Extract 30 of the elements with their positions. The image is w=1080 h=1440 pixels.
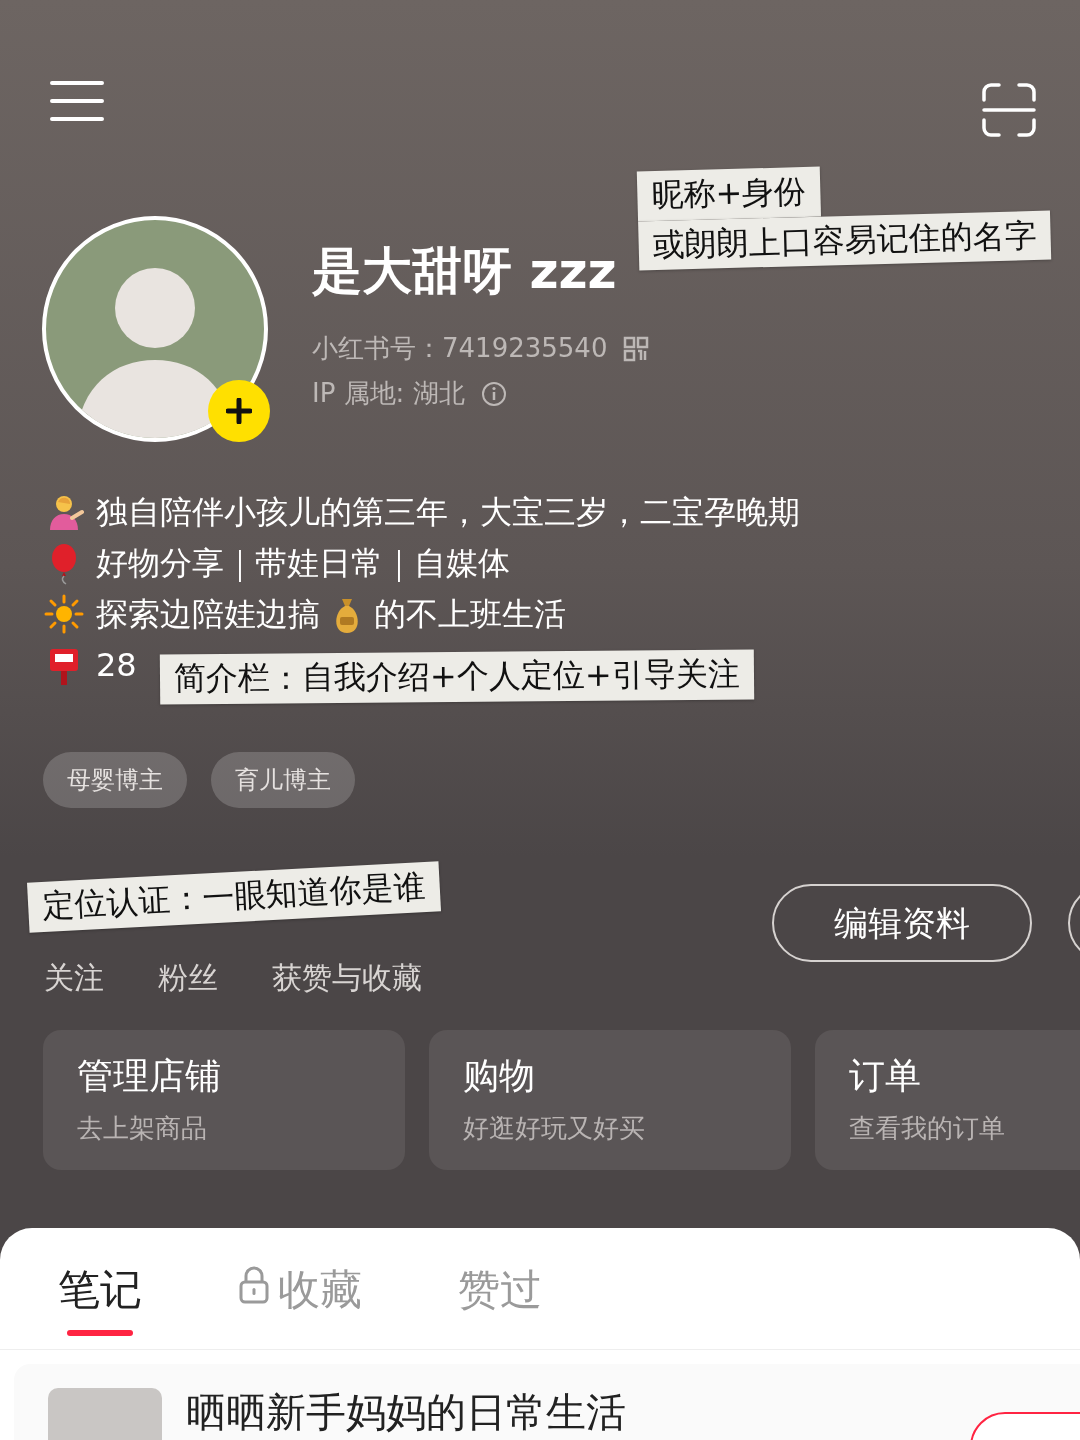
bio-text: 好物分享｜带娃日常｜自媒体 [96, 543, 510, 584]
annotation-sticker: 定位认证：一眼知道你是谁 [27, 861, 441, 933]
ip-location: IP 属地: 湖北 [312, 378, 465, 410]
bio-text: 的不上班生活 [374, 594, 566, 635]
card-title: 订单 [849, 1054, 922, 1098]
edit-profile-button[interactable]: 编辑资料 [772, 884, 1032, 962]
stat-label: 获赞与收藏 [272, 959, 422, 997]
card-subtitle: 好逛好玩又好买 [463, 1112, 646, 1146]
stat-label: 关注 [44, 959, 104, 997]
card-subtitle: 查看我的订单 [849, 1112, 1006, 1146]
card-title: 购物 [463, 1054, 536, 1098]
bio-text: 独自陪伴小孩儿的第三年，大宝三岁，二宝孕晚期 [96, 492, 800, 533]
shortcut-card[interactable]: 管理店铺 去上架商品 [43, 1030, 405, 1170]
tag[interactable]: 母婴博主 [43, 752, 187, 808]
stat-label: 粉丝 [158, 959, 218, 997]
tab[interactable]: 笔记 [58, 1228, 142, 1348]
note-title: 晒晒新手妈妈的日常生活 [186, 1388, 626, 1437]
shortcut-card[interactable]: 订单 查看我的订单 [815, 1030, 1080, 1170]
user-id: 小红书号：7419235540 [312, 333, 608, 365]
user-name: 是大甜呀 zzz [312, 241, 618, 301]
annotation-sticker: 简介栏：自我介绍+个人定位+引导关注 [159, 649, 754, 705]
shortcut-card[interactable]: 购物 好逛好玩又好买 [429, 1030, 791, 1170]
annotation-sticker: 昵称+身份 [636, 166, 821, 221]
note-card[interactable]: 晒晒新手妈妈的日常生活 [14, 1364, 1080, 1440]
annotation-sticker: 或朗朗上口容易记住的名字 [638, 210, 1052, 271]
bio-text: 28 [96, 645, 137, 686]
card-subtitle: 去上架商品 [77, 1112, 208, 1146]
card-title: 管理店铺 [77, 1054, 222, 1098]
bio-text: 探索边陪娃边搞 [96, 594, 320, 635]
tag[interactable]: 育儿博主 [211, 752, 355, 808]
